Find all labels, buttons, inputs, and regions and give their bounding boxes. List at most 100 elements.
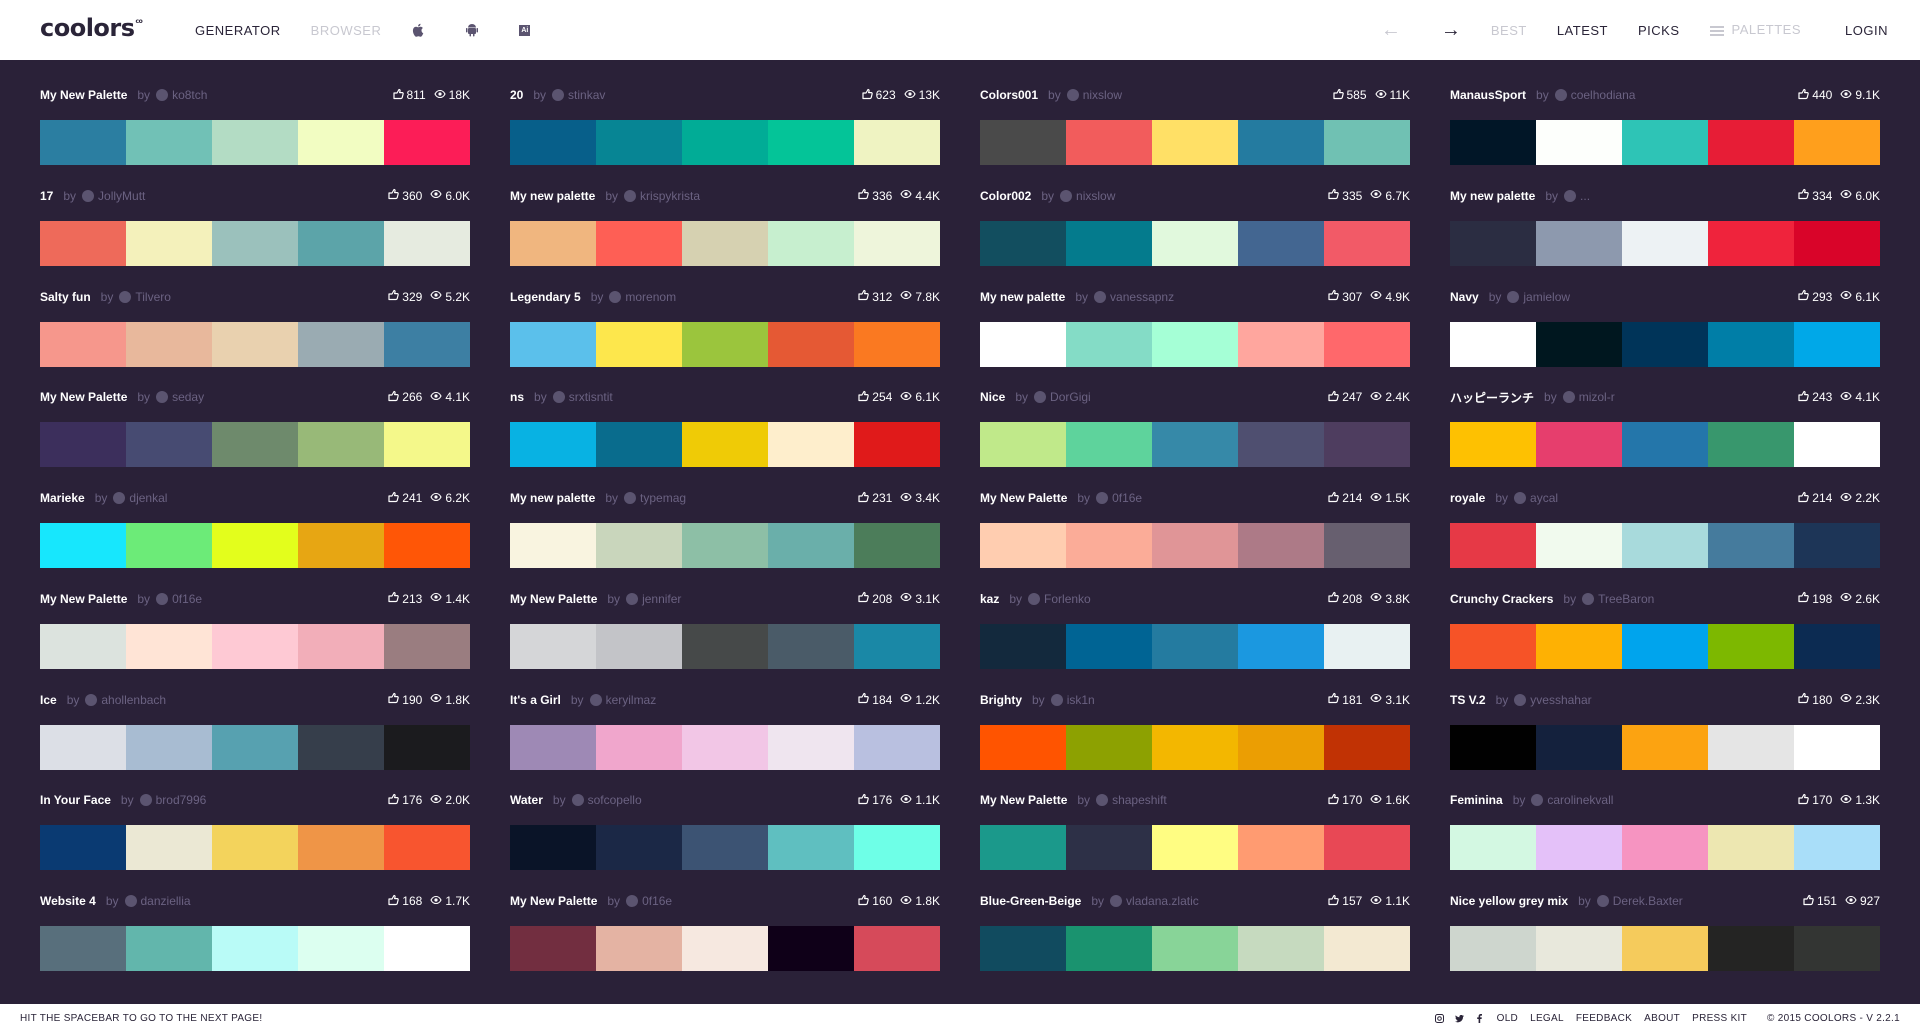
- color-swatch[interactable]: [298, 825, 384, 871]
- palette-name[interactable]: Legendary 5: [510, 290, 581, 304]
- android-icon[interactable]: [465, 23, 479, 37]
- palette-swatches[interactable]: [980, 825, 1410, 871]
- palette-swatches[interactable]: [1450, 926, 1880, 971]
- color-swatch[interactable]: [682, 120, 768, 165]
- color-swatch[interactable]: [384, 220, 470, 266]
- palette-card[interactable]: Salty fun by Tilvero 329 5.2K: [40, 286, 470, 387]
- palette-swatches[interactable]: [980, 220, 1410, 266]
- like-icon[interactable]: [1797, 793, 1812, 808]
- color-swatch[interactable]: [1708, 724, 1794, 770]
- color-swatch[interactable]: [510, 724, 596, 770]
- palette-name[interactable]: Blue-Green-Beige: [980, 894, 1081, 908]
- palette-name[interactable]: In Your Face: [40, 793, 111, 807]
- like-icon[interactable]: [1327, 793, 1342, 808]
- color-swatch[interactable]: [1794, 120, 1880, 165]
- color-swatch[interactable]: [1708, 422, 1794, 468]
- palette-author[interactable]: Tilvero: [135, 290, 171, 304]
- color-swatch[interactable]: [1536, 120, 1622, 165]
- color-swatch[interactable]: [980, 321, 1066, 367]
- color-swatch[interactable]: [1450, 321, 1536, 367]
- palette-card[interactable]: My New Palette by shapeshift 170 1.6K: [980, 789, 1410, 890]
- color-swatch[interactable]: [1794, 926, 1880, 971]
- palette-author[interactable]: yvesshahar: [1530, 693, 1591, 707]
- color-swatch[interactable]: [980, 623, 1066, 669]
- color-swatch[interactable]: [1238, 422, 1324, 468]
- like-icon[interactable]: [1797, 88, 1812, 103]
- palette-card[interactable]: It's a Girl by keryilmaz 184 1.2K: [510, 689, 940, 790]
- palette-name[interactable]: Water: [510, 793, 543, 807]
- like-icon[interactable]: [1327, 289, 1342, 304]
- color-swatch[interactable]: [212, 422, 298, 468]
- color-swatch[interactable]: [384, 523, 470, 568]
- color-swatch[interactable]: [40, 120, 126, 165]
- palette-author[interactable]: TreeBaron: [1598, 592, 1654, 606]
- back-arrow-icon[interactable]: ←: [1381, 19, 1401, 42]
- palette-card[interactable]: ハッピーランチ by mizol-r 243 4.1K: [1450, 386, 1880, 487]
- palette-author[interactable]: isk1n: [1067, 693, 1095, 707]
- color-swatch[interactable]: [1238, 926, 1324, 971]
- color-swatch[interactable]: [980, 422, 1066, 468]
- color-swatch[interactable]: [854, 220, 940, 266]
- palette-card[interactable]: royale by aycal 214 2.2K: [1450, 487, 1880, 588]
- color-swatch[interactable]: [1536, 422, 1622, 468]
- color-swatch[interactable]: [298, 724, 384, 770]
- color-swatch[interactable]: [1066, 422, 1152, 468]
- palette-name[interactable]: My new palette: [1450, 189, 1535, 203]
- color-swatch[interactable]: [1622, 321, 1708, 367]
- instagram-icon[interactable]: [1435, 1014, 1445, 1024]
- palette-card[interactable]: Nice by DorGigi 247 2.4K: [980, 386, 1410, 487]
- like-icon[interactable]: [1327, 591, 1342, 606]
- palette-card[interactable]: My new palette by krispykrista 336 4.4K: [510, 185, 940, 286]
- like-icon[interactable]: [387, 793, 402, 808]
- color-swatch[interactable]: [1324, 623, 1410, 669]
- palette-swatches[interactable]: [980, 724, 1410, 770]
- color-swatch[interactable]: [384, 120, 470, 165]
- nav-best[interactable]: BEST: [1491, 23, 1527, 38]
- footer-link-about[interactable]: ABOUT: [1644, 1013, 1680, 1024]
- color-swatch[interactable]: [1450, 926, 1536, 971]
- color-swatch[interactable]: [40, 825, 126, 871]
- color-swatch[interactable]: [1794, 220, 1880, 266]
- palette-name[interactable]: My New Palette: [510, 894, 597, 908]
- palette-swatches[interactable]: [510, 926, 940, 971]
- color-swatch[interactable]: [212, 321, 298, 367]
- color-swatch[interactable]: [1450, 120, 1536, 165]
- color-swatch[interactable]: [682, 321, 768, 367]
- palette-card[interactable]: Colors001 by nixslow 585 11K: [980, 84, 1410, 185]
- palette-name[interactable]: Color002: [980, 189, 1031, 203]
- color-swatch[interactable]: [1794, 623, 1880, 669]
- palette-name[interactable]: Crunchy Crackers: [1450, 592, 1553, 606]
- color-swatch[interactable]: [510, 220, 596, 266]
- color-swatch[interactable]: [510, 422, 596, 468]
- color-swatch[interactable]: [1152, 825, 1238, 871]
- palette-swatches[interactable]: [510, 220, 940, 266]
- like-icon[interactable]: [1802, 894, 1817, 909]
- color-swatch[interactable]: [1794, 825, 1880, 871]
- palette-author[interactable]: DorGigi: [1050, 390, 1091, 404]
- footer-link-press-kit[interactable]: PRESS KIT: [1692, 1013, 1747, 1024]
- apple-icon[interactable]: [411, 23, 425, 37]
- palette-swatches[interactable]: [510, 523, 940, 568]
- color-swatch[interactable]: [596, 220, 682, 266]
- palette-author[interactable]: Forlenko: [1044, 592, 1091, 606]
- color-swatch[interactable]: [1324, 523, 1410, 568]
- palette-card[interactable]: Blue-Green-Beige by vladana.zlatic 157 1.1K: [980, 890, 1410, 991]
- palette-swatches[interactable]: [510, 825, 940, 871]
- like-icon[interactable]: [387, 894, 402, 909]
- palette-card[interactable]: TS V.2 by yvesshahar 180 2.3K: [1450, 689, 1880, 790]
- palette-name[interactable]: My New Palette: [510, 592, 597, 606]
- like-icon[interactable]: [1797, 390, 1812, 405]
- color-swatch[interactable]: [1152, 321, 1238, 367]
- palette-card[interactable]: Crunchy Crackers by TreeBaron 198 2.6K: [1450, 588, 1880, 689]
- nav-picks[interactable]: PICKS: [1638, 23, 1680, 38]
- like-icon[interactable]: [387, 390, 402, 405]
- palette-author[interactable]: shapeshift: [1112, 793, 1167, 807]
- color-swatch[interactable]: [1708, 523, 1794, 568]
- like-icon[interactable]: [392, 88, 407, 103]
- palette-swatches[interactable]: [980, 120, 1410, 165]
- color-swatch[interactable]: [596, 321, 682, 367]
- color-swatch[interactable]: [1152, 220, 1238, 266]
- color-swatch[interactable]: [1324, 120, 1410, 165]
- like-icon[interactable]: [861, 88, 876, 103]
- like-icon[interactable]: [857, 692, 872, 707]
